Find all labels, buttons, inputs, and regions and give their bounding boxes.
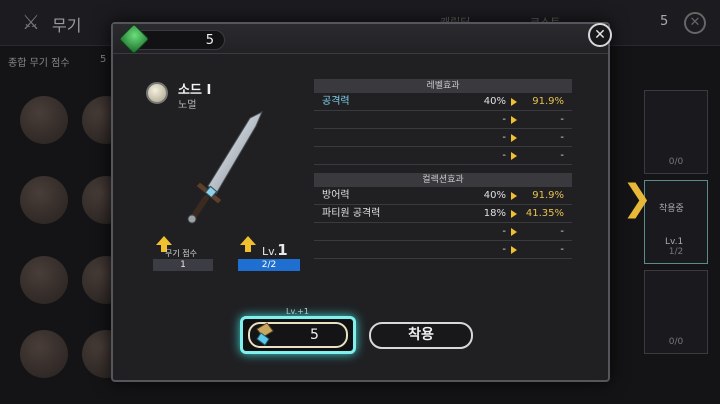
collection-effect-header: 컬렉션효과 <box>314 173 572 187</box>
table-row: - - <box>314 223 572 241</box>
stat-current: - <box>502 150 506 161</box>
table-row: - - <box>314 241 572 259</box>
level-effect-header: 레벨효과 <box>314 79 572 93</box>
level-progress-bar: 2/2 <box>238 259 300 271</box>
arrow-right-icon <box>511 98 517 106</box>
grade-icon <box>146 82 168 104</box>
level-prefix: Lv. <box>262 245 278 258</box>
stat-current: 40% <box>483 96 506 107</box>
slot-equipped-label: 착용중 <box>659 204 684 214</box>
stat-current: 18% <box>483 208 506 219</box>
table-row: - - <box>314 111 572 129</box>
score-up-arrow-icon <box>156 236 172 252</box>
hammer-gem-icon <box>256 322 274 346</box>
screen-title: 무기 <box>52 16 82 35</box>
level-label: Lv.1 <box>262 241 288 259</box>
modal-header: 5 <box>113 23 608 55</box>
slot-count: 1/2 <box>668 247 684 257</box>
stat-name: 공격력 <box>322 96 350 107</box>
table-row: 방어력 40% 91.9% <box>314 187 572 205</box>
stat-next: - <box>560 226 564 237</box>
arrow-right-icon <box>511 210 517 218</box>
close-button[interactable]: ✕ <box>588 23 612 47</box>
table-row: 파티원 공격력 18% 41.35% <box>314 205 572 223</box>
equip-button[interactable]: 착용 <box>369 322 473 349</box>
character-avatar[interactable] <box>20 256 68 304</box>
stat-next: 91.9% <box>532 96 564 107</box>
stat-current: - <box>502 132 506 143</box>
stat-name: 방어력 <box>322 190 350 201</box>
upgrade-level-label: Lv.+1 <box>286 307 309 316</box>
arrow-right-icon <box>511 116 517 124</box>
table-row: 공격력 40% 91.9% <box>314 93 572 111</box>
upgrade-cost: 5 <box>310 327 319 343</box>
stat-current: - <box>502 244 506 255</box>
slot-level-label: Lv.1 <box>665 237 684 247</box>
arrow-right-icon <box>511 134 517 142</box>
next-arrow-icon[interactable]: ❯ <box>622 178 652 219</box>
table-row: - - <box>314 129 572 147</box>
background-close-icon[interactable]: ✕ <box>684 12 706 34</box>
total-score-value: 5 <box>100 54 107 65</box>
weapon-slot-equipped[interactable]: 착용중 Lv.1 1/2 <box>644 180 708 264</box>
collection-effect-table: 컬렉션효과 방어력 40% 91.9% 파티원 공격력 18% 41.35% -… <box>314 173 572 259</box>
arrow-right-icon <box>511 152 517 160</box>
level-value: 1 <box>277 241 288 259</box>
total-score-label: 종합 무기 점수 <box>8 58 70 69</box>
score-value: 1 <box>153 259 213 271</box>
character-avatar[interactable] <box>20 96 68 144</box>
upgrade-button[interactable]: 5 <box>240 316 356 354</box>
table-row: - - <box>314 147 572 165</box>
character-avatar[interactable] <box>20 176 68 224</box>
weapon-slot[interactable]: 0/0 <box>644 90 708 174</box>
slot-count: 0/0 <box>668 337 684 347</box>
level-up-arrow-icon <box>240 236 256 252</box>
stat-next: - <box>560 114 564 125</box>
resource-count: 5 <box>660 14 669 29</box>
character-avatar[interactable] <box>20 330 68 378</box>
stat-current: - <box>502 226 506 237</box>
stat-next: 41.35% <box>525 208 564 219</box>
arrow-right-icon <box>511 246 517 254</box>
sword-icon <box>187 110 263 224</box>
arrow-right-icon <box>511 192 517 200</box>
stat-next: - <box>560 150 564 161</box>
stat-next: 91.9% <box>532 190 564 201</box>
level-effect-table: 레벨효과 공격력 40% 91.9% - - - - - - <box>314 79 572 165</box>
stat-next: - <box>560 132 564 143</box>
arrow-right-icon <box>511 228 517 236</box>
stat-next: - <box>560 244 564 255</box>
score-label: 무기 점수 <box>165 249 197 258</box>
weapon-slot[interactable]: 0/0 <box>644 270 708 354</box>
stat-current: - <box>502 114 506 125</box>
slot-count: 0/0 <box>668 157 684 167</box>
gem-count: 5 <box>205 33 214 48</box>
crossed-swords-icon: ⚔ <box>22 10 40 34</box>
stat-name: 파티원 공격력 <box>322 208 381 219</box>
stat-current: 40% <box>483 190 506 201</box>
